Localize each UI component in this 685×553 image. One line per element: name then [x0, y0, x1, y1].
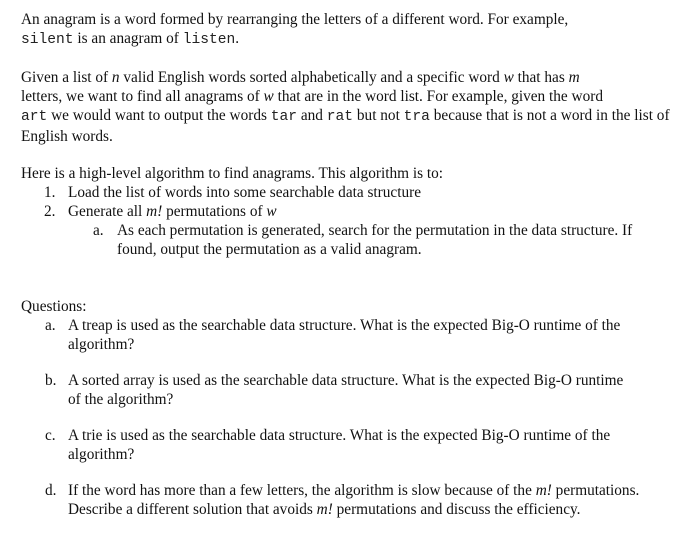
- algorithm-step: 1. Load the list of words into some sear…: [21, 183, 671, 202]
- algorithm-steps-list: 1. Load the list of words into some sear…: [21, 183, 671, 221]
- step-number: 2.: [44, 203, 56, 220]
- variable-m-factorial: m!: [535, 482, 552, 499]
- problem-text-4: letters, we want to find all anagrams of: [21, 88, 264, 105]
- code-word-listen: listen: [182, 32, 236, 48]
- step-number: 1.: [44, 184, 56, 201]
- question-item: c. A trie is used as the searchable data…: [21, 426, 648, 464]
- question-text: A treap is used as the searchable data s…: [68, 317, 621, 353]
- problem-statement-paragraph: Given a list of n valid English words so…: [21, 68, 671, 146]
- substep-letter: a.: [93, 222, 104, 239]
- definition-text: An anagram is a word formed by rearrangi…: [21, 11, 569, 28]
- step-text-2: permutations of: [162, 203, 267, 220]
- questions-heading: Questions:: [21, 298, 87, 315]
- question-letter: a.: [45, 317, 56, 334]
- variable-w: w: [503, 69, 514, 86]
- code-word-tra: tra: [403, 109, 430, 125]
- variable-w: w: [263, 88, 274, 105]
- problem-text-3: that has: [513, 69, 569, 86]
- question-letter: b.: [45, 372, 57, 389]
- variable-m-factorial: m!: [316, 501, 333, 518]
- algorithm-step: 2. Generate all m! permutations of w: [21, 202, 671, 221]
- question-text: If the word has more than a few letters,…: [68, 482, 536, 499]
- problem-text-1: Given a list of: [21, 69, 112, 86]
- anagram-definition-paragraph: An anagram is a word formed by rearrangi…: [21, 10, 671, 50]
- code-word-silent: silent: [21, 32, 74, 48]
- document-page: An anagram is a word formed by rearrangi…: [21, 10, 671, 519]
- problem-text-5: that are in the word list. For example, …: [273, 88, 603, 105]
- algorithm-intro: Here is a high-level algorithm to find a…: [21, 165, 443, 182]
- variable-n: n: [111, 69, 120, 86]
- definition-text-2: is an anagram of: [73, 30, 183, 47]
- question-letter: d.: [45, 482, 57, 499]
- variable-w: w: [266, 203, 277, 220]
- problem-text-8: but not: [353, 107, 404, 124]
- question-letter: c.: [45, 427, 56, 444]
- question-text: A sorted array is used as the searchable…: [68, 372, 624, 408]
- problem-text-7: and: [297, 107, 327, 124]
- question-item: d. If the word has more than a few lette…: [21, 481, 648, 519]
- code-word-tar: tar: [270, 109, 298, 125]
- code-word-art: art: [21, 109, 48, 125]
- question-item: b. A sorted array is used as the searcha…: [21, 371, 628, 409]
- variable-m-factorial: m!: [146, 203, 163, 220]
- question-text: A trie is used as the searchable data st…: [68, 427, 611, 463]
- definition-text-3: .: [235, 30, 240, 47]
- step-text: Generate all: [68, 203, 147, 220]
- code-word-rat: rat: [326, 109, 354, 125]
- problem-text-2: valid English words sorted alphabeticall…: [119, 69, 504, 86]
- algorithm-substep: a. As each permutation is generated, sea…: [21, 221, 657, 259]
- algorithm-section: Here is a high-level algorithm to find a…: [21, 164, 671, 259]
- question-text-3: permutations and discuss the efficiency.: [332, 501, 581, 518]
- question-item: a. A treap is used as the searchable dat…: [21, 316, 648, 354]
- substep-text: As each permutation is generated, search…: [117, 222, 633, 258]
- problem-text-6: we would want to output the words: [47, 107, 271, 124]
- variable-m: m: [568, 69, 580, 86]
- step-text: Load the list of words into some searcha…: [68, 184, 421, 201]
